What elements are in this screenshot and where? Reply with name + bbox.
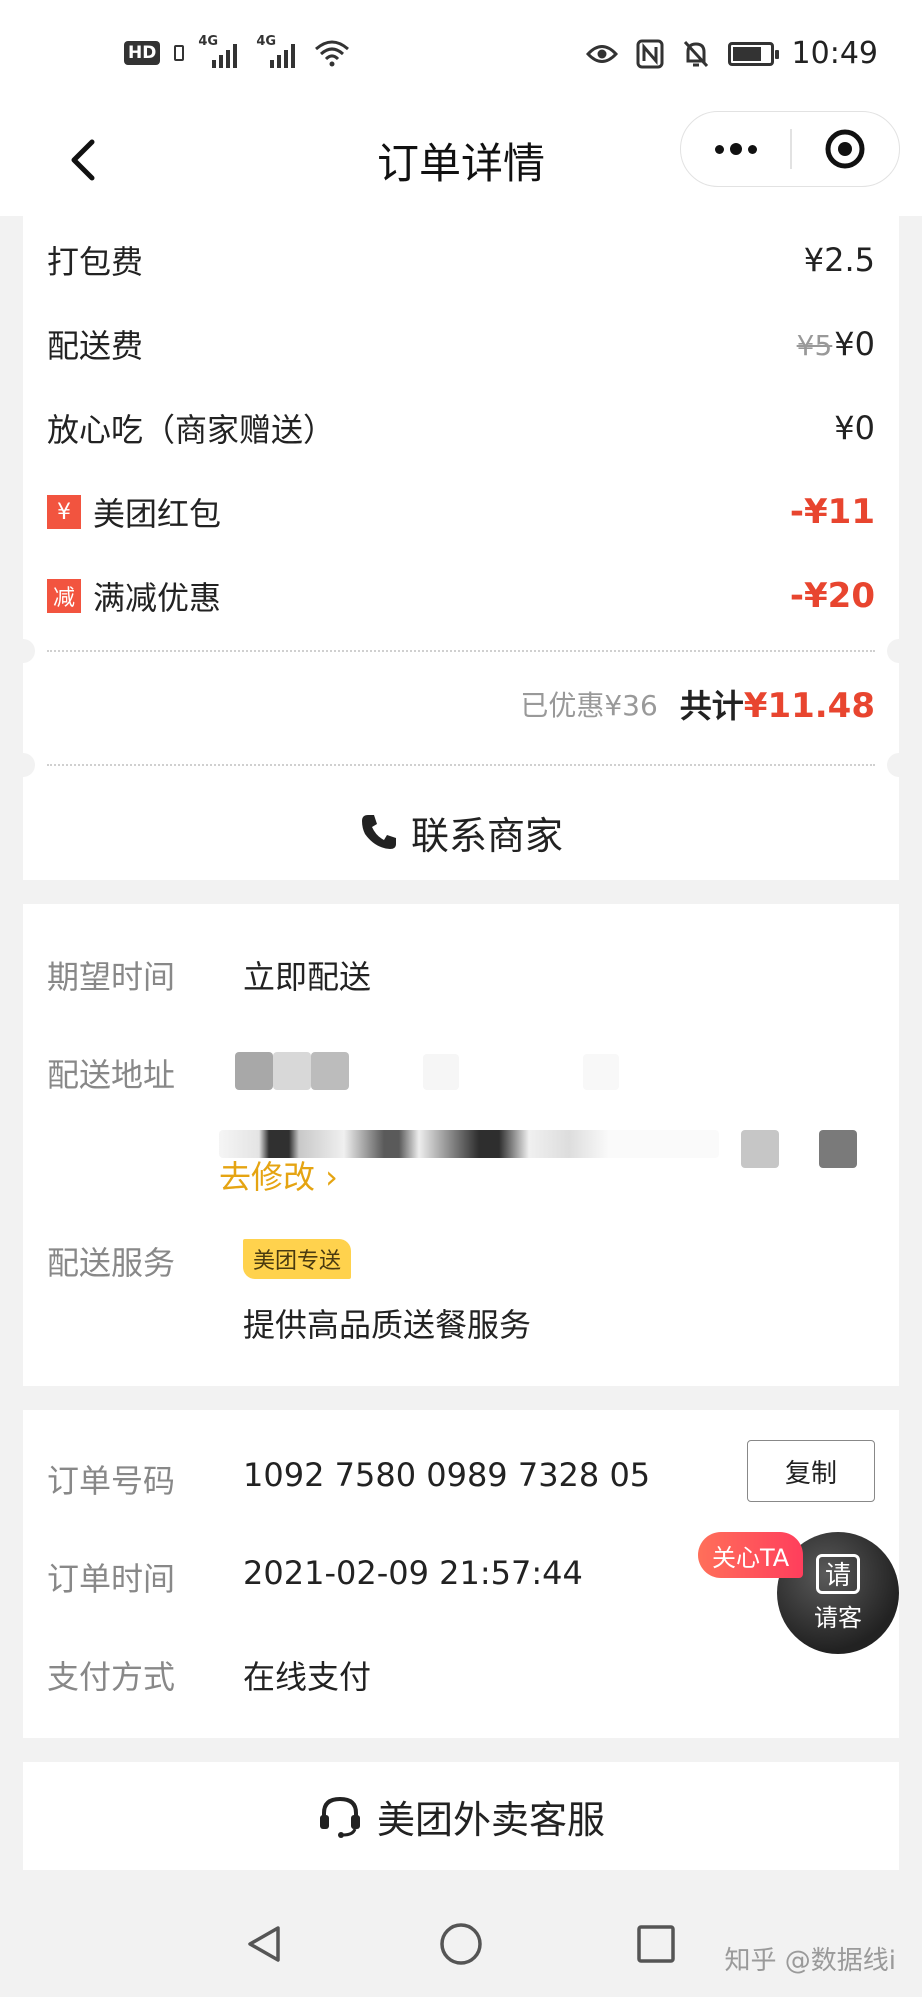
contact-merchant-label: 联系商家 — [410, 813, 563, 858]
fee-summary-card: 打包费 ¥2.5 配送费 ¥5¥0 放心吃（商家赠送） ¥0 ¥ 美团红包 -¥… — [11, 216, 911, 880]
status-time: 10:49 — [791, 36, 878, 71]
status-bar: HD 4G 4G 10:49 — [0, 0, 922, 108]
order-time-value: 2021-02-09 21:57:44 — [243, 1554, 583, 1592]
customer-service-label: 美团外卖客服 — [376, 1797, 605, 1842]
order-detail-page: HD 4G 4G 10:49 订单详情 打包费 ¥2.5 配送费 ¥5¥0 放心… — [0, 0, 922, 1997]
hd-badge: HD — [124, 41, 161, 65]
total-row: 已优惠¥36 共计¥11.48 — [520, 674, 875, 734]
edit-address-link[interactable]: 去修改 › — [219, 1152, 338, 1198]
customer-service-card: 美团外卖客服 — [23, 1762, 899, 1870]
payment-method-label: 支付方式 — [47, 1658, 176, 1696]
delivery-fee-label: 配送费 — [47, 327, 144, 365]
assurance-row: 放心吃（商家赠送） ¥0 — [47, 398, 875, 458]
delivery-fee-row: 配送费 ¥5¥0 — [47, 314, 875, 374]
assurance-value: ¥0 — [834, 409, 875, 447]
signal-icon-2: 4G — [256, 34, 300, 68]
order-time-label: 订单时间 — [47, 1560, 176, 1598]
address-label: 配送地址 — [47, 1056, 176, 1094]
total-group: 共计¥11.48 — [680, 681, 875, 727]
square-recents-icon — [637, 1925, 675, 1963]
system-back-button[interactable] — [240, 1920, 288, 1968]
discount-label: 满减优惠 — [93, 579, 222, 617]
circle-home-icon — [440, 1923, 482, 1965]
eye-icon — [585, 44, 618, 63]
delivery-service-row: 配送服务 美团专送 — [47, 1238, 875, 1288]
delivery-service-desc: 提供高品质送餐服务 — [243, 1306, 532, 1344]
total-value: ¥11.48 — [743, 686, 875, 726]
payment-method-value: 在线支付 — [243, 1658, 372, 1696]
system-home-button[interactable] — [437, 1920, 485, 1968]
zhihu-watermark: 知乎 @数据线i — [724, 1946, 897, 1976]
discount-value: -¥20 — [789, 576, 875, 616]
battery-icon — [727, 41, 779, 66]
discount-row: 减 满减优惠 -¥20 — [47, 566, 875, 626]
total-label: 共计 — [679, 687, 744, 725]
status-left: HD 4G 4G — [124, 34, 350, 68]
divider-dotted-1 — [47, 650, 875, 652]
expected-time-row: 期望时间 立即配送 — [47, 952, 875, 1002]
expected-time-value: 立即配送 — [243, 958, 372, 996]
phone-icon — [361, 815, 396, 849]
system-navigation-bar: 知乎 @数据线i — [0, 1890, 922, 1997]
close-mini-program-button[interactable] — [792, 112, 900, 186]
delivery-service-badge-wrap: 美团专送 — [243, 1238, 352, 1279]
delivery-fee-original: ¥5 — [796, 329, 833, 362]
meituan-express-badge: 美团专送 — [243, 1239, 352, 1279]
ticket-notch-right-1 — [887, 639, 911, 663]
packing-fee-row: 打包费 ¥2.5 — [47, 230, 875, 290]
packing-fee-label: 打包费 — [47, 243, 144, 281]
nfc-icon — [636, 39, 664, 68]
ticket-notch-right-2 — [887, 753, 911, 777]
triangle-back-icon — [248, 1926, 280, 1962]
wifi-icon — [315, 40, 350, 67]
discount-icon: 减 — [47, 579, 81, 613]
more-button[interactable] — [681, 112, 790, 186]
divider-dotted-2 — [47, 764, 875, 766]
care-ta-tag: 关心TA — [698, 1532, 804, 1578]
system-recents-button[interactable] — [632, 1920, 680, 1968]
mini-program-capsule — [680, 111, 900, 187]
delivery-fee-value-group: ¥5¥0 — [797, 325, 875, 363]
nav-bar: 订单详情 — [0, 108, 922, 216]
expected-time-label: 期望时间 — [47, 958, 176, 996]
copy-order-number-button[interactable]: 复制 — [747, 1440, 875, 1502]
red-packet-icon: ¥ — [47, 495, 81, 529]
mute-bell-icon — [683, 40, 708, 67]
sim-icon — [174, 45, 185, 61]
ticket-notch-left-2 — [11, 753, 35, 777]
packing-fee-value: ¥2.5 — [803, 241, 875, 279]
red-packet-label: 美团红包 — [93, 495, 222, 533]
delivery-fee-value: ¥0 — [834, 325, 875, 363]
red-packet-value: -¥11 — [789, 492, 875, 532]
delivery-service-label: 配送服务 — [47, 1244, 176, 1282]
headset-icon — [319, 1796, 360, 1838]
delivery-info-card: 期望时间 立即配送 配送地址 去修改 › 配送服务 美团专送 提供高品质送餐服务 — [23, 904, 899, 1386]
status-right: 10:49 — [585, 36, 878, 71]
ticket-notch-left-1 — [11, 639, 35, 663]
delivery-service-desc-row: 提供高品质送餐服务 — [47, 1300, 875, 1350]
order-number-label: 订单号码 — [47, 1462, 176, 1500]
signal-icon-1: 4G — [198, 34, 242, 68]
address-row: 配送地址 — [47, 1050, 875, 1100]
discount-label-group: 减 满减优惠 — [47, 573, 221, 619]
saved-amount: 已优惠¥36 — [520, 689, 658, 722]
order-number-value: 1092 7580 0989 7328 05 — [243, 1456, 651, 1494]
assurance-label: 放心吃（商家赠送） — [47, 411, 336, 449]
more-dots-icon — [714, 144, 724, 154]
target-close-icon — [825, 129, 865, 169]
red-packet-row: ¥ 美团红包 -¥11 — [47, 482, 875, 542]
customer-service-button[interactable]: 美团外卖客服 — [23, 1762, 899, 1870]
treat-icon: 请 — [816, 1553, 860, 1594]
contact-merchant-button[interactable]: 联系商家 — [23, 792, 899, 872]
treat-label: 请客 — [814, 1603, 862, 1632]
red-packet-label-group: ¥ 美团红包 — [47, 489, 221, 535]
payment-method-row: 支付方式 在线支付 — [47, 1652, 875, 1702]
